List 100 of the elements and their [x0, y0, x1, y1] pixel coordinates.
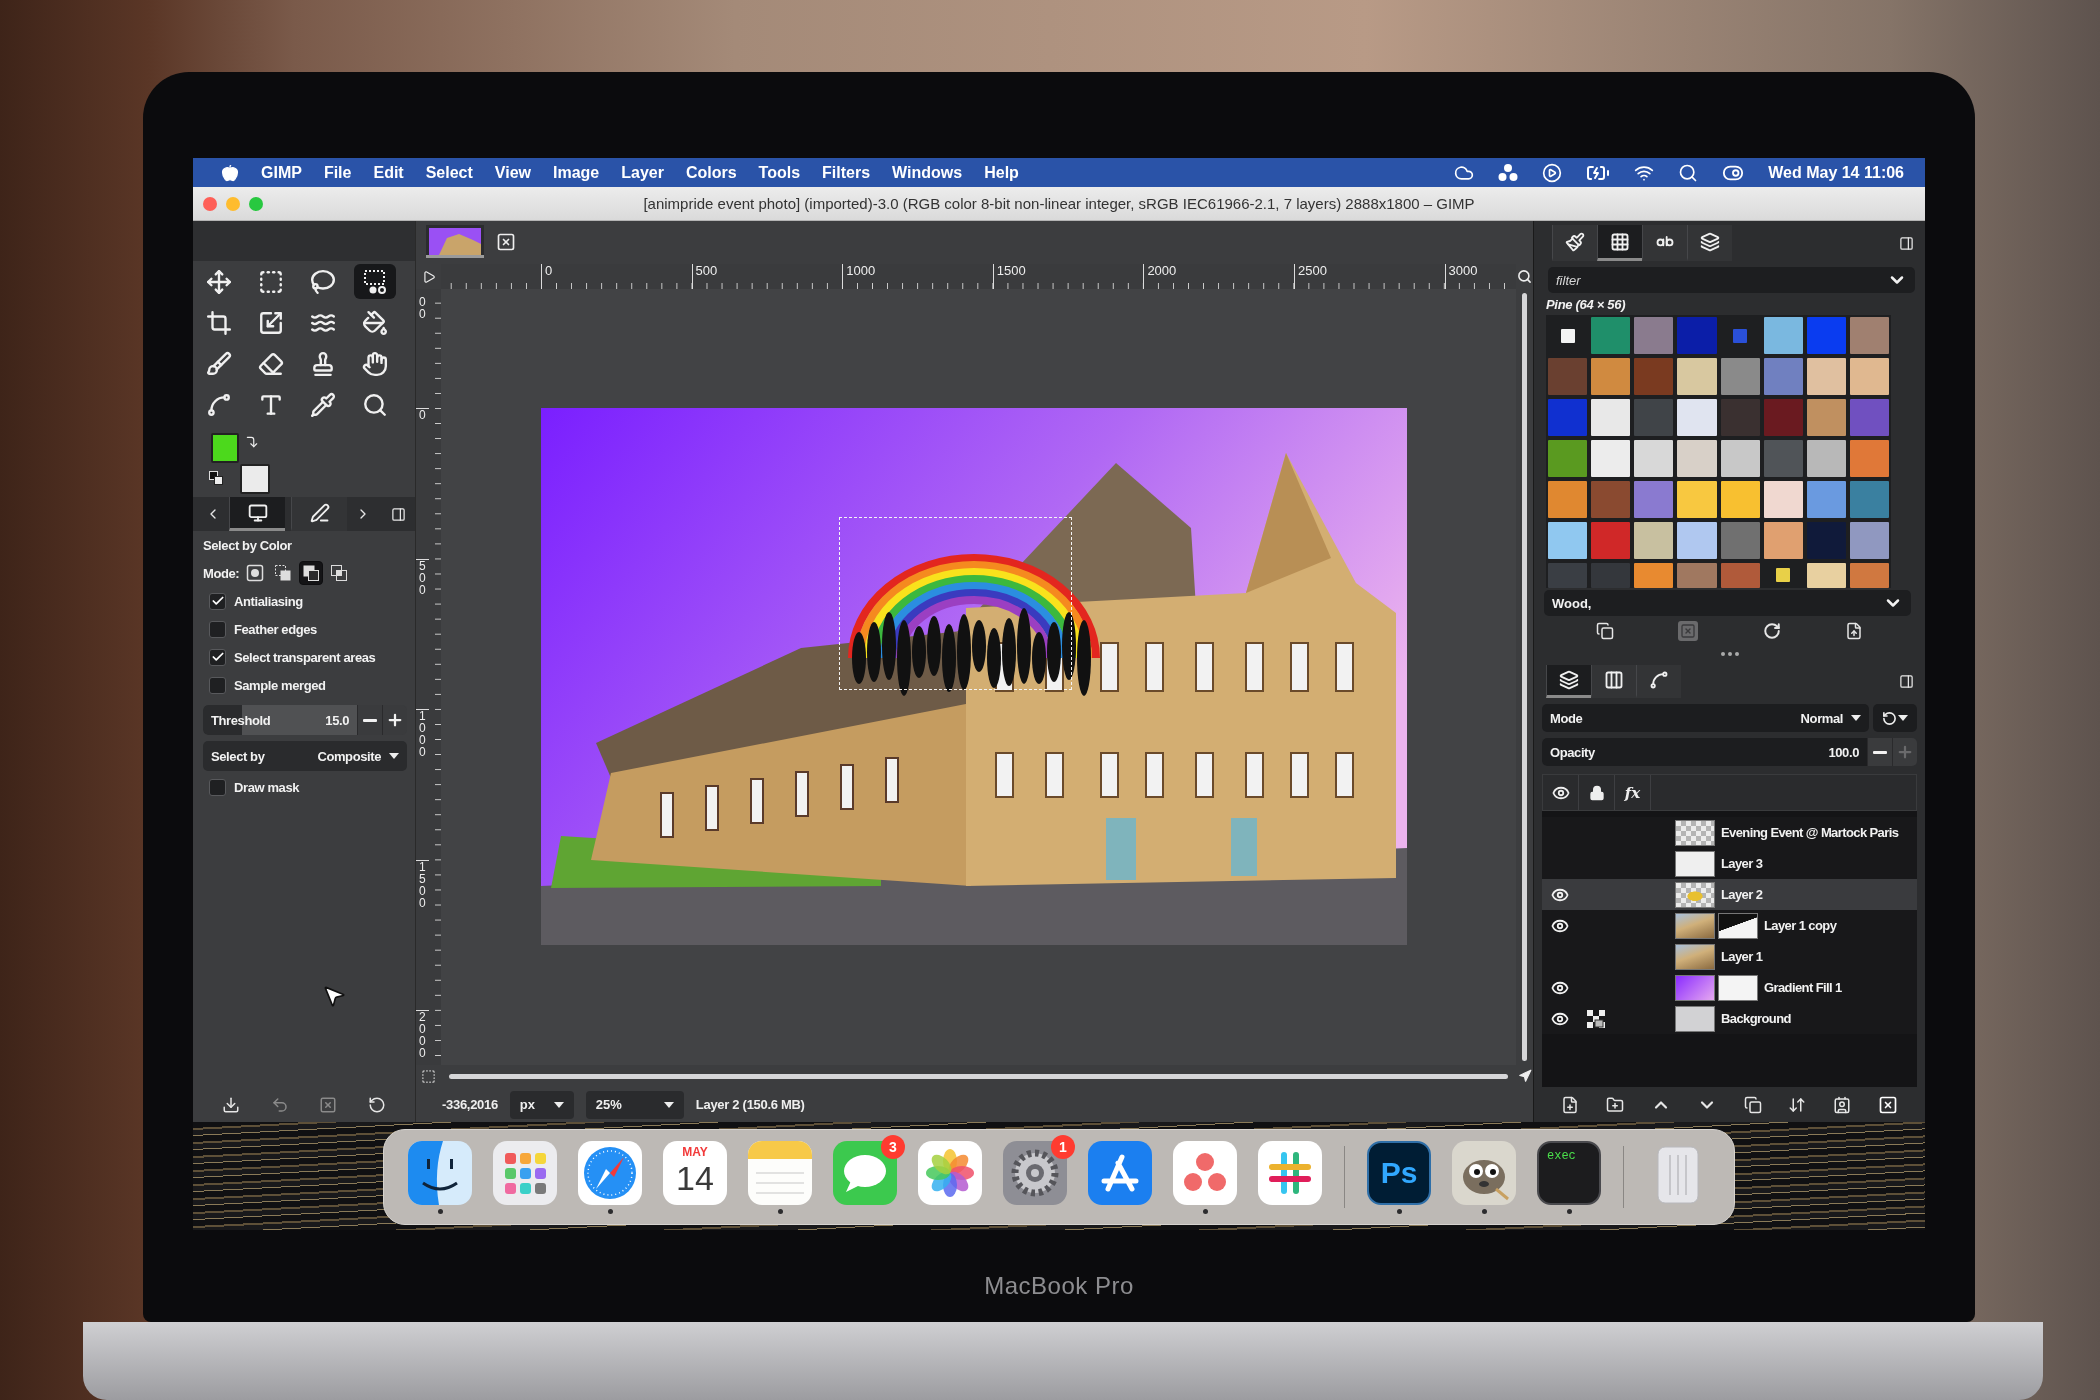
pattern-swatch[interactable] — [1806, 317, 1846, 354]
app-grid-icon[interactable] — [493, 1140, 557, 1205]
curved-arrow-icon[interactable] — [245, 435, 259, 449]
play-triangle-icon[interactable] — [421, 269, 436, 284]
pattern-swatch[interactable] — [1806, 522, 1846, 559]
checkbox[interactable] — [209, 676, 226, 694]
pattern-swatch[interactable] — [1591, 317, 1631, 354]
menu-item[interactable]: Filters — [822, 163, 871, 182]
file-upload-icon[interactable] — [1844, 622, 1863, 640]
pattern-swatch[interactable] — [1806, 481, 1846, 518]
small-squares-icon[interactable] — [209, 471, 223, 485]
mode-dropdown[interactable]: Mode Normal — [1542, 704, 1869, 732]
pattern-swatch[interactable] — [1677, 358, 1717, 395]
pattern-swatch[interactable] — [1849, 481, 1889, 518]
select-by-dropdown[interactable]: Select by Composite — [203, 741, 407, 771]
pattern-swatch[interactable] — [1849, 317, 1889, 354]
pattern-swatch[interactable] — [1849, 522, 1889, 559]
layer-row[interactable]: Gradient Fill 1 — [1542, 972, 1917, 1003]
pattern-swatch[interactable] — [1720, 440, 1760, 477]
pattern-swatch[interactable] — [1548, 399, 1588, 436]
search-icon[interactable] — [1678, 162, 1699, 183]
pattern-swatch[interactable] — [1548, 563, 1588, 588]
undo-icon[interactable] — [270, 1095, 289, 1114]
menu-item[interactable]: Help — [984, 163, 1019, 182]
pattern-swatch[interactable] — [1591, 522, 1631, 559]
reset-icon[interactable] — [367, 1095, 386, 1114]
terminal-dock-item[interactable]: exec — [1537, 1140, 1601, 1205]
pattern-swatch[interactable] — [1677, 399, 1717, 436]
pattern-swatch[interactable] — [1720, 481, 1760, 518]
pattern-swatch[interactable] — [1548, 440, 1588, 477]
menu-item[interactable]: Windows — [892, 163, 963, 182]
layer-row[interactable]: Layer 1 — [1542, 941, 1917, 972]
pattern-swatch[interactable] — [1720, 399, 1760, 436]
pattern-swatch[interactable] — [1849, 399, 1889, 436]
pattern-swatch[interactable] — [1849, 440, 1889, 477]
pattern-swatch[interactable] — [1634, 358, 1674, 395]
pattern-swatch[interactable] — [1849, 563, 1889, 588]
pattern-swatch[interactable] — [1591, 399, 1631, 436]
zoom-icon[interactable] — [1517, 269, 1532, 284]
menu-item[interactable]: File — [323, 163, 352, 182]
pattern-swatch[interactable] — [1591, 481, 1631, 518]
pattern-swatch[interactable] — [1806, 399, 1846, 436]
dock-tab[interactable] — [1546, 665, 1591, 698]
layer-row[interactable]: Background — [1542, 1003, 1917, 1034]
hash-icon[interactable] — [1258, 1140, 1322, 1205]
pattern-swatch[interactable] — [1763, 399, 1803, 436]
menu-item[interactable]: Layer — [621, 163, 664, 182]
gear-icon[interactable] — [1003, 1140, 1067, 1205]
composite-mode-button[interactable] — [1873, 704, 1917, 732]
pattern-swatch[interactable] — [1677, 563, 1717, 588]
close-icon[interactable] — [496, 232, 516, 252]
pattern-swatch[interactable] — [1763, 358, 1803, 395]
checkbox[interactable] — [209, 592, 226, 610]
pattern-swatch[interactable] — [1677, 440, 1717, 477]
flower-icon[interactable] — [918, 1140, 982, 1205]
menu-item[interactable]: Tools — [758, 163, 801, 182]
layer-row[interactable]: Evening Event @ Martock Paris — [1542, 817, 1917, 848]
file-plus-icon[interactable] — [1561, 1095, 1580, 1114]
pattern-swatch[interactable] — [1763, 440, 1803, 477]
download-icon[interactable] — [222, 1095, 241, 1114]
pattern-swatch[interactable] — [1677, 481, 1717, 518]
drag-handle-icon[interactable] — [1720, 652, 1739, 656]
dock-tab[interactable] — [1597, 225, 1642, 261]
pattern-swatch[interactable] — [1776, 567, 1791, 582]
pattern-swatch[interactable] — [1806, 440, 1846, 477]
pattern-swatch[interactable] — [1591, 358, 1631, 395]
cartoon-mascot-icon[interactable] — [1452, 1140, 1516, 1205]
pattern-swatch[interactable] — [1634, 522, 1674, 559]
pattern-swatch[interactable] — [1560, 328, 1575, 343]
apple-icon[interactable] — [221, 163, 239, 182]
pattern-swatch[interactable] — [1548, 522, 1588, 559]
opacity-slider[interactable]: Opacity 100.0 — [1542, 738, 1867, 766]
filter-field[interactable]: filter — [1548, 267, 1915, 293]
calendar-dock-item[interactable]: MAY 14 — [663, 1140, 727, 1205]
pattern-swatch[interactable] — [1634, 440, 1674, 477]
decrease-button[interactable] — [1867, 738, 1892, 766]
play-circle-icon[interactable] — [1542, 162, 1563, 183]
duplicate-icon[interactable] — [1596, 622, 1615, 640]
pattern-swatch[interactable] — [1720, 358, 1760, 395]
checkbox[interactable] — [209, 778, 226, 796]
foreground-color-swatch[interactable] — [211, 433, 239, 463]
pattern-swatch[interactable] — [1733, 328, 1748, 343]
menu-item[interactable]: Edit — [373, 163, 404, 182]
pattern-swatch[interactable] — [1634, 481, 1674, 518]
letter-a-icon[interactable] — [1088, 1140, 1152, 1205]
tool-button[interactable] — [354, 264, 396, 299]
three-circles-icon[interactable] — [1498, 162, 1519, 183]
horizontal-scrollbar[interactable] — [449, 1073, 1508, 1079]
menu-item[interactable]: View — [494, 163, 531, 182]
dock-tab[interactable] — [1687, 225, 1732, 261]
pattern-swatch[interactable] — [1720, 563, 1760, 588]
duplicate-icon[interactable] — [1743, 1095, 1762, 1114]
dashed-square-icon[interactable] — [421, 1068, 436, 1084]
pattern-swatch[interactable] — [1677, 317, 1717, 354]
selection-mode-button[interactable] — [299, 561, 324, 585]
three-circles-icon[interactable] — [1173, 1140, 1237, 1205]
pattern-swatch[interactable] — [1677, 522, 1717, 559]
app-menu[interactable]: GIMP — [261, 163, 302, 182]
pattern-swatch[interactable] — [1720, 522, 1760, 559]
speech-bubble-icon[interactable] — [833, 1140, 897, 1205]
